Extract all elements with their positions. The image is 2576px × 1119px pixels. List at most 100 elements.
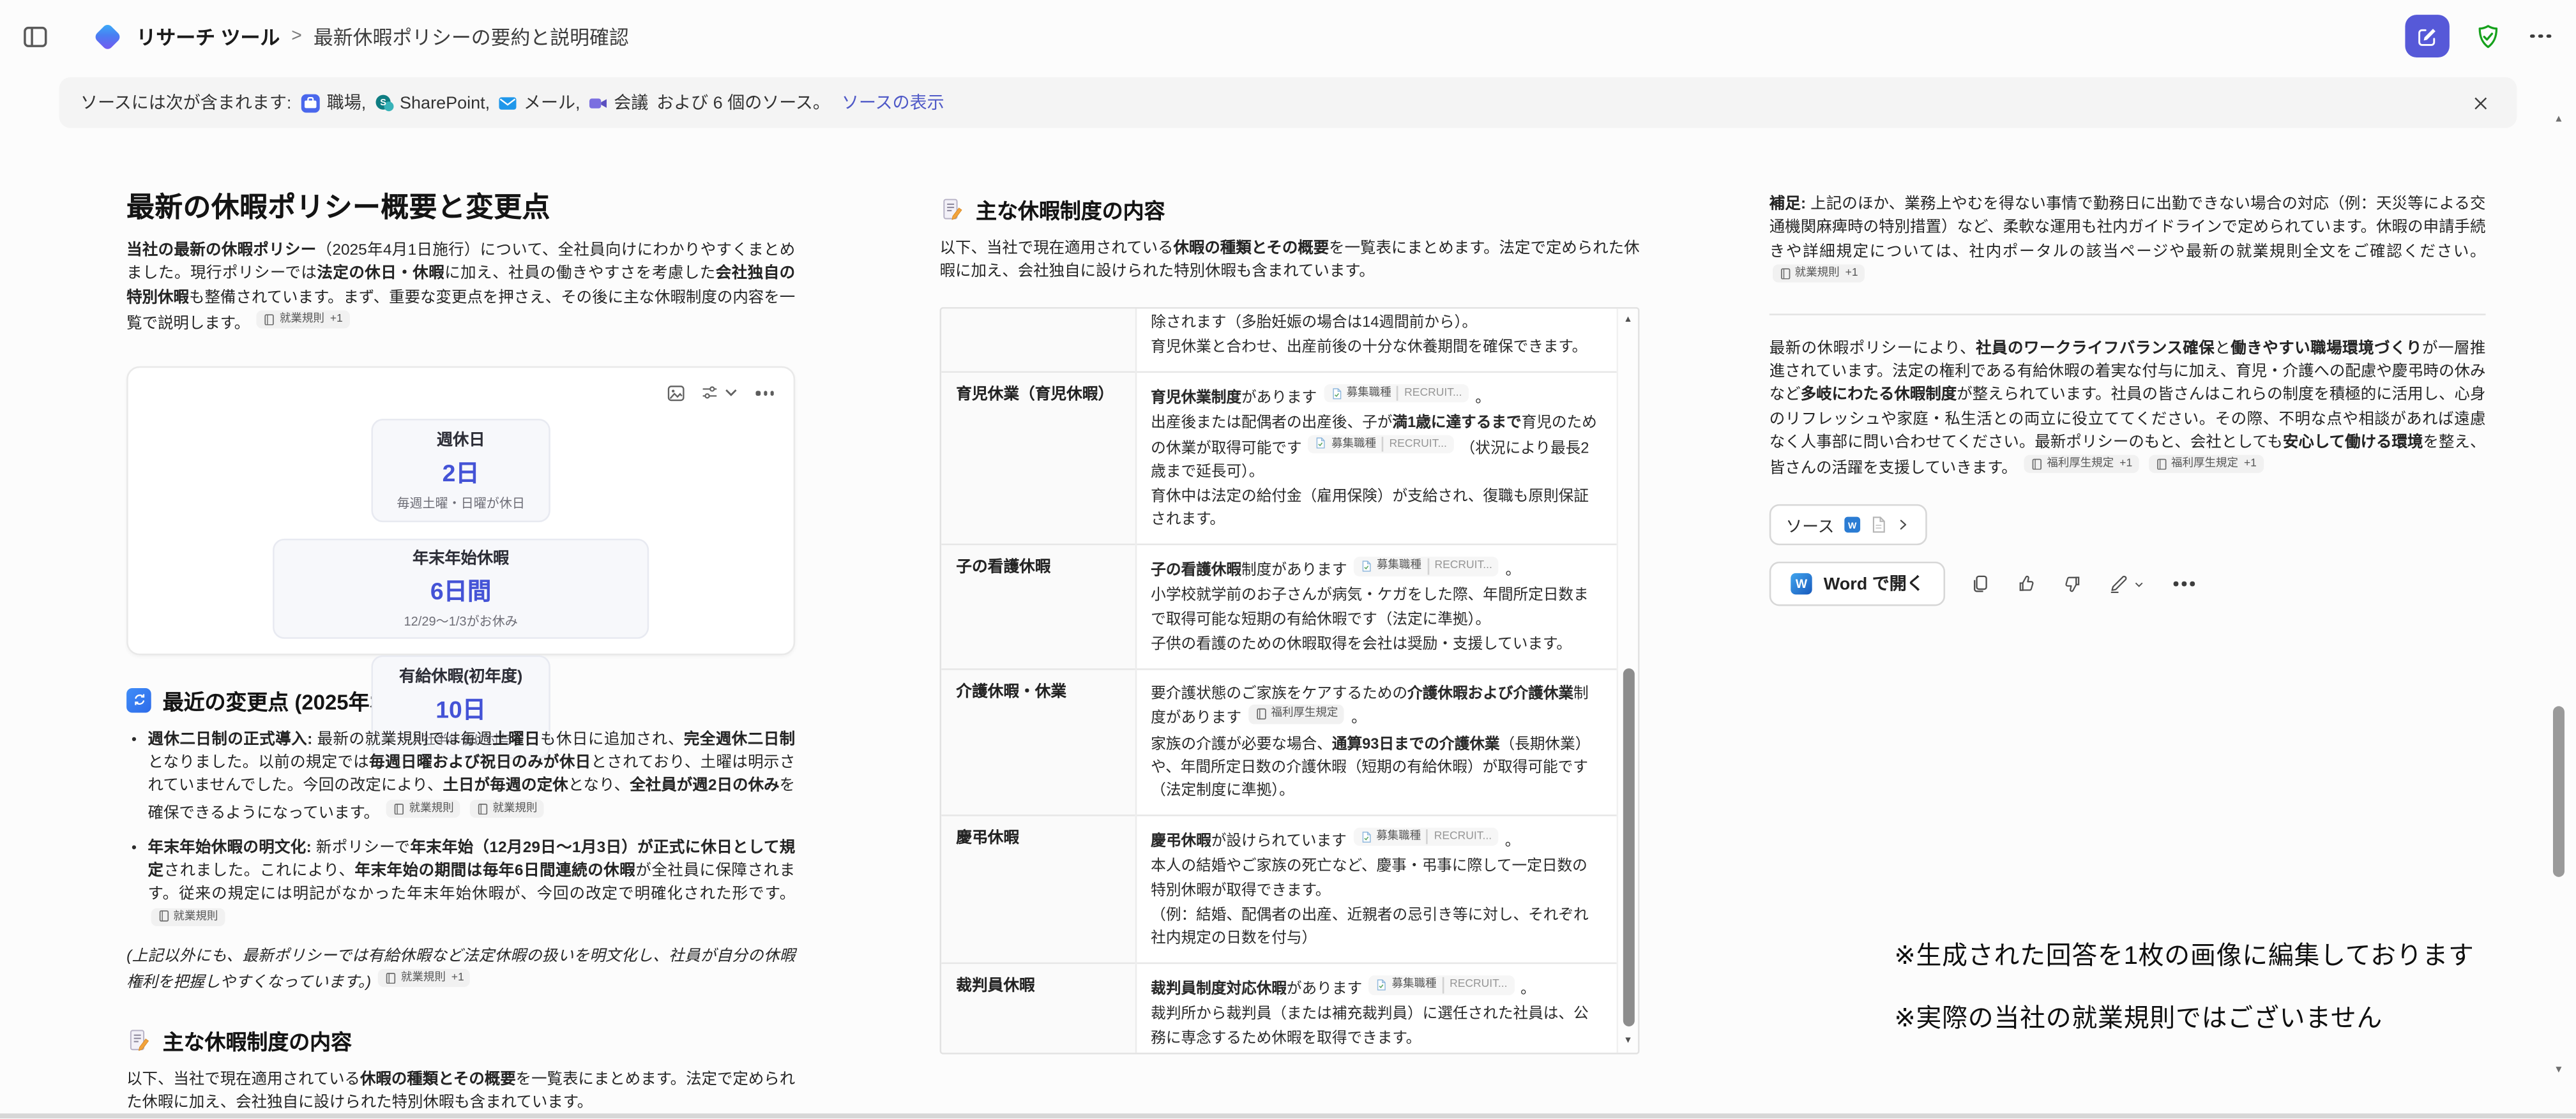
sources-button[interactable]: ソース W xyxy=(1769,504,1927,545)
response-actions: W Word で開く xyxy=(1769,562,2486,606)
source-name: SharePoint, xyxy=(400,93,490,112)
stat-value: 6日間 xyxy=(430,574,491,608)
page-scrollbar[interactable]: ▲ ▼ xyxy=(2550,115,2568,1076)
scrollbar-thumb[interactable] xyxy=(2553,706,2565,877)
citation-chip[interactable]: 就業規則 xyxy=(469,799,543,818)
citation-chip[interactable]: 就業規則 xyxy=(150,907,224,926)
table-scrollbar[interactable]: ▲ ▼ xyxy=(1617,308,1638,1051)
change-bullet: 週休二日制の正式導入: 最新の就業規則では毎週土曜日も休日に追加され、完全週休二… xyxy=(148,729,796,825)
page-icon xyxy=(1330,387,1342,400)
sync-icon xyxy=(126,688,151,713)
systems-section-heading: 主な休暇制度の内容 xyxy=(940,194,1640,225)
thumbs-up-icon[interactable] xyxy=(2016,573,2037,594)
document-icon xyxy=(157,910,169,922)
page-icon xyxy=(1360,560,1372,573)
word-doc-icon: W xyxy=(1842,516,1860,534)
app-window: リサーチ ツール > 最新休暇ポリシーの要約と説明確認 ソースには次が含まれます… xyxy=(0,0,2576,1119)
svg-text:S: S xyxy=(380,97,386,107)
divider xyxy=(1769,313,2486,315)
section-title: 主な休暇制度の内容 xyxy=(976,194,1165,225)
leave-type-cell: 介護休暇・休業 xyxy=(941,670,1135,816)
scrollbar-thumb[interactable] xyxy=(1623,668,1634,1026)
leave-table-row: 裁判員休暇 裁判員制度対応休暇があります 募集職種RECRUIT... 。裁判所… xyxy=(941,964,1616,1053)
stat-value: 2日 xyxy=(443,456,480,490)
leave-desc-cell: 育児休業制度があります 募集職種RECRUIT... 。出産後または配偶者の出産… xyxy=(1135,372,1617,545)
breadcrumb-separator: > xyxy=(291,26,302,46)
change-bullet: 年末年始休暇の明文化: 新ポリシーで年末年始（12月29日～1月3日）が正式に休… xyxy=(148,837,796,933)
document-icon xyxy=(1255,709,1267,721)
table-column: 主な休暇制度の内容 以下、当社で現在適用されている休暇の種類とその概要を一覧表に… xyxy=(940,194,1640,1054)
document-icon xyxy=(1778,267,1791,279)
changes-list: 週休二日制の正式導入: 最新の就業規則では毎週土曜日も休日に追加され、完全週休二… xyxy=(126,729,795,934)
document-icon xyxy=(263,313,275,326)
systems-intro: 以下、当社で現在適用されている休暇の種類とその概要を一覧表にまとめます。法定で定… xyxy=(126,1069,795,1116)
sources-button-label: ソース xyxy=(1786,513,1835,537)
source-name: メール, xyxy=(524,90,580,115)
leave-table-row: 子の看護休暇 子の看護休暇制度があります 募集職種RECRUIT... 。小学校… xyxy=(941,545,1616,670)
more-icon[interactable] xyxy=(2171,575,2198,592)
source-item: 会議 xyxy=(588,90,648,115)
word-icon: W xyxy=(1791,573,1812,594)
page-title: 最新休暇ポリシーの要約と説明確認 xyxy=(314,22,629,50)
stat-label: 年末年始休暇 xyxy=(413,546,509,569)
stat-value: 10日 xyxy=(436,692,486,726)
copy-icon[interactable] xyxy=(1970,573,1991,594)
citation-chip[interactable]: 募集職種RECRUIT... xyxy=(1354,557,1499,576)
view-sources-link[interactable]: ソースの表示 xyxy=(842,90,944,115)
scroll-up-icon[interactable]: ▲ xyxy=(1618,315,1638,324)
citation-chip[interactable]: 就業規則+1 xyxy=(1772,264,1865,283)
more-icon[interactable] xyxy=(755,386,775,400)
citation-chip[interactable]: 募集職種RECRUIT... xyxy=(1353,828,1498,846)
citation-chip[interactable]: 就業規則+1 xyxy=(378,968,471,987)
source-item: S SharePoint, xyxy=(374,93,490,112)
systems-section-heading: 主な休暇制度の内容 xyxy=(126,1025,795,1056)
more-options-icon[interactable] xyxy=(2527,27,2554,45)
disclaimer-2: ※実際の当社の就業規則ではございません xyxy=(1894,998,2383,1035)
citation-chip[interactable]: 募集職種RECRUIT... xyxy=(1308,435,1453,453)
leave-table: 出産予定日の6週間前から出産後8週間まで、法定どおり勤務を免除されます（多胎妊娠… xyxy=(940,306,1640,1054)
citation-chip[interactable]: 就業規則 xyxy=(386,799,460,818)
leave-desc-cell: 要介護状態のご家族をケアするための介護休暇および介護休業制度があります 福利厚生… xyxy=(1135,670,1617,816)
stat-note: 12/29～1/3がお休み xyxy=(404,613,517,631)
leave-desc-cell: 慶弔休暇が設けられています 募集職種RECRUIT... 。本人の結婚やご家族の… xyxy=(1135,816,1617,964)
compose-button[interactable] xyxy=(2406,15,2450,57)
citation-chip[interactable]: 福利厚生規定 xyxy=(1248,705,1344,724)
window-bottom-edge xyxy=(0,1114,2576,1119)
image-icon[interactable] xyxy=(666,382,687,403)
scroll-up-icon[interactable]: ▲ xyxy=(2550,115,2568,124)
supplement-paragraph: 補足: 上記のほか、業務上やむを得ない事情で勤務日に出勤できない場合の対応（例：… xyxy=(1769,194,2486,290)
source-list: 職場, S SharePoint, メール, 会議 xyxy=(301,90,648,115)
close-icon[interactable] xyxy=(2466,88,2496,117)
open-in-word-button[interactable]: W Word で開く xyxy=(1769,562,1945,606)
stat-card: 週休日 2日 毎週土曜・日曜が休日 xyxy=(371,419,550,522)
citation-chip[interactable]: 就業規則+1 xyxy=(257,310,349,329)
app-logo-icon xyxy=(93,22,122,50)
table-intro: 以下、当社で現在適用されている休暇の種類とその概要を一覧表にまとめます。法定で定… xyxy=(940,238,1640,285)
stat-label: 週休日 xyxy=(437,428,485,451)
chevron-right-icon xyxy=(1895,518,1910,532)
app-name[interactable]: リサーチ ツール xyxy=(137,22,280,50)
rewrite-button[interactable] xyxy=(2108,573,2146,594)
shield-check-icon[interactable] xyxy=(2474,22,2503,50)
summary-column: 最新の休暇ポリシー概要と変更点 当社の最新の休暇ポリシー（2025年4月1日施行… xyxy=(126,190,795,1115)
leave-desc-cell: 子の看護休暇制度があります 募集職種RECRUIT... 。小学校就学前のお子さ… xyxy=(1135,545,1617,670)
memo-pencil-icon xyxy=(126,1028,151,1053)
source-name: 職場, xyxy=(327,90,367,115)
leave-table-row: 育児休業（育児休暇） 育児休業制度があります 募集職種RECRUIT... 。出… xyxy=(941,372,1616,545)
citation-chip[interactable]: 福利厚生規定+1 xyxy=(2024,455,2139,474)
display-options-button[interactable] xyxy=(701,384,741,403)
doc-icon xyxy=(1868,516,1886,534)
thumbs-down-icon[interactable] xyxy=(2062,573,2083,594)
source-item: 職場, xyxy=(301,90,366,115)
pen-icon xyxy=(2108,573,2129,594)
document-icon xyxy=(393,802,405,815)
citation-chip[interactable]: 募集職種RECRUIT... xyxy=(1324,385,1469,403)
citation-chip[interactable]: 福利厚生規定+1 xyxy=(2148,455,2263,474)
sidebar-toggle-icon[interactable] xyxy=(21,22,49,50)
scroll-down-icon[interactable]: ▼ xyxy=(2550,1066,2568,1076)
citation-chip[interactable]: 募集職種RECRUIT... xyxy=(1369,976,1514,995)
svg-text:W: W xyxy=(1847,520,1856,530)
scroll-down-icon[interactable]: ▼ xyxy=(1618,1035,1638,1045)
page-icon xyxy=(1375,979,1388,991)
source-icon: S xyxy=(374,93,394,112)
